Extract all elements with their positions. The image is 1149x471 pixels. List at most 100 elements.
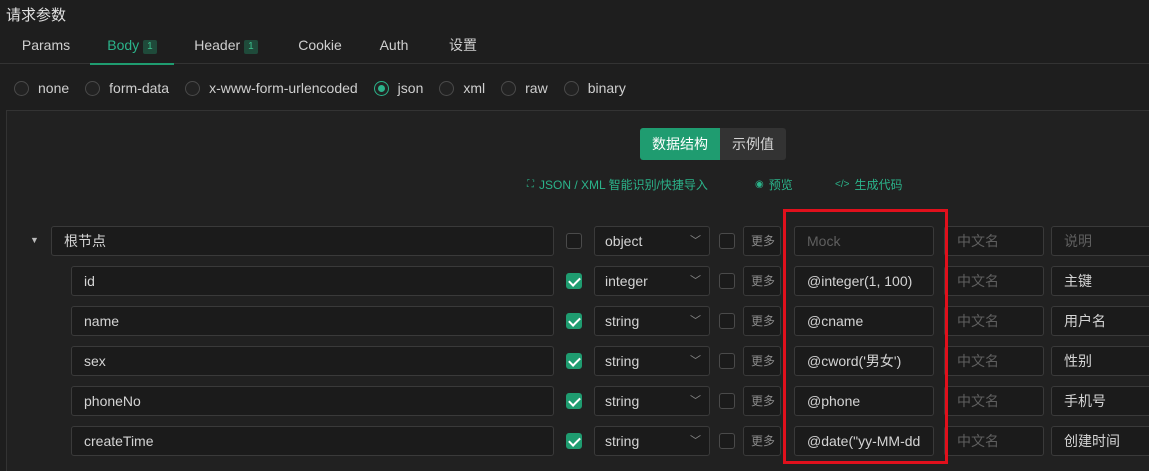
chevron-down-icon: ﹀ xyxy=(690,235,701,247)
schema-row-root: ▼ 根节点 object ﹀ 更多 Mock 中文名 说明 xyxy=(0,226,1149,256)
required-checkbox[interactable] xyxy=(566,353,582,369)
radio-label: raw xyxy=(525,80,548,96)
radio-raw[interactable]: raw xyxy=(501,80,548,96)
type-select[interactable]: string ﹀ xyxy=(594,306,710,336)
radio-label: none xyxy=(38,80,70,96)
type-value: object xyxy=(605,233,643,249)
tab-bar: Params Body 1 Header 1 Cookie Auth 设置 xyxy=(0,28,1149,65)
type-select[interactable]: string ﹀ xyxy=(594,386,710,416)
mock-input[interactable]: @cword('男女') xyxy=(794,346,934,376)
nullable-checkbox[interactable] xyxy=(719,393,735,409)
more-button[interactable]: 更多 xyxy=(743,226,781,256)
radio-circle xyxy=(85,80,101,96)
required-checkbox[interactable] xyxy=(566,273,582,289)
schema-row: id integer ﹀ 更多 @integer(1, 100) 中文名 主键 xyxy=(0,266,1149,296)
radio-label: binary xyxy=(587,80,626,96)
data-structure-button[interactable]: 数据结构 xyxy=(640,128,720,160)
tab-body[interactable]: Body 1 xyxy=(90,28,174,65)
radio-label: json xyxy=(397,80,424,96)
chevron-down-icon: ﹀ xyxy=(690,435,701,447)
caret-down-icon[interactable]: ▼ xyxy=(30,235,39,245)
tab-cookie-label: Cookie xyxy=(298,37,342,53)
chevron-down-icon: ﹀ xyxy=(690,275,701,287)
nullable-checkbox[interactable] xyxy=(719,313,735,329)
tab-params-label: Params xyxy=(21,37,71,53)
chinese-name-input[interactable]: 中文名 xyxy=(944,306,1044,336)
tab-header[interactable]: Header 1 xyxy=(186,28,266,64)
mock-input[interactable]: @integer(1, 100) xyxy=(794,266,934,296)
tab-header-label: Header xyxy=(194,37,241,53)
description-input[interactable]: 用户名 xyxy=(1051,306,1149,336)
type-select[interactable]: object ﹀ xyxy=(594,226,710,256)
field-name-input[interactable]: 根节点 xyxy=(51,226,554,256)
more-button[interactable]: 更多 xyxy=(743,386,781,416)
mock-input[interactable]: @phone xyxy=(794,386,934,416)
radio-form-data[interactable]: form-data xyxy=(85,80,169,96)
radio-xml[interactable]: xml xyxy=(439,80,485,96)
description-input[interactable]: 性别 xyxy=(1051,346,1149,376)
field-name-input[interactable]: name xyxy=(71,306,554,336)
field-name-input[interactable]: phoneNo xyxy=(71,386,554,416)
required-checkbox[interactable] xyxy=(566,433,582,449)
mock-input[interactable]: Mock xyxy=(794,226,934,256)
radio-label: xml xyxy=(463,80,486,96)
schema-row: phoneNo string ﹀ 更多 @phone 中文名 手机号 xyxy=(0,386,1149,416)
chinese-name-input[interactable]: 中文名 xyxy=(944,266,1044,296)
description-input[interactable]: 说明 xyxy=(1051,226,1149,256)
smart-import-link[interactable]: ⛶ JSON / XML 智能识别/快捷导入 xyxy=(527,176,708,193)
mock-input[interactable]: @date("yy-MM-dd xyxy=(794,426,934,456)
type-value: string xyxy=(605,353,640,369)
more-button[interactable]: 更多 xyxy=(743,266,781,296)
type-value: integer xyxy=(605,273,648,289)
nullable-checkbox[interactable] xyxy=(719,433,735,449)
nullable-checkbox[interactable] xyxy=(719,273,735,289)
required-checkbox[interactable] xyxy=(566,313,582,329)
more-button[interactable]: 更多 xyxy=(743,426,781,456)
more-button[interactable]: 更多 xyxy=(743,306,781,336)
radio-circle xyxy=(563,80,579,96)
radio-circle xyxy=(501,80,517,96)
description-input[interactable]: 主键 xyxy=(1051,266,1149,296)
scan-icon: ⛶ xyxy=(527,179,534,190)
description-input[interactable]: 创建时间 xyxy=(1051,426,1149,456)
radio-none[interactable]: none xyxy=(14,80,69,96)
type-value: string xyxy=(605,393,640,409)
type-select[interactable]: string ﹀ xyxy=(594,426,710,456)
field-name-input[interactable]: id xyxy=(71,266,554,296)
generate-code-link[interactable]: </> 生成代码 xyxy=(835,176,902,193)
example-value-button[interactable]: 示例值 xyxy=(720,128,786,160)
tab-cookie[interactable]: Cookie xyxy=(290,28,350,64)
field-name-input[interactable]: sex xyxy=(71,346,554,376)
required-checkbox[interactable] xyxy=(566,393,582,409)
eye-icon: ◉ xyxy=(755,179,764,190)
chinese-name-input[interactable]: 中文名 xyxy=(944,386,1044,416)
nullable-checkbox[interactable] xyxy=(719,353,735,369)
tab-settings[interactable]: 设置 xyxy=(440,28,486,64)
field-name-input[interactable]: createTime xyxy=(71,426,554,456)
type-value: string xyxy=(605,313,640,329)
tab-auth[interactable]: Auth xyxy=(372,28,416,64)
schema-row: name string ﹀ 更多 @cname 中文名 用户名 xyxy=(0,306,1149,336)
chinese-name-input[interactable]: 中文名 xyxy=(944,346,1044,376)
type-select[interactable]: string ﹀ xyxy=(594,346,710,376)
chinese-name-input[interactable]: 中文名 xyxy=(944,426,1044,456)
radio-binary[interactable]: binary xyxy=(563,80,626,96)
required-checkbox[interactable] xyxy=(566,233,582,249)
more-button[interactable]: 更多 xyxy=(743,346,781,376)
radio-x-www-form-urlencoded[interactable]: x-www-form-urlencoded xyxy=(185,80,358,96)
section-title: 请求参数 xyxy=(6,7,67,24)
radio-circle xyxy=(439,80,455,96)
tab-params[interactable]: Params xyxy=(12,28,80,64)
chinese-name-input[interactable]: 中文名 xyxy=(944,226,1044,256)
type-select[interactable]: integer ﹀ xyxy=(594,266,710,296)
mock-input[interactable]: @cname xyxy=(794,306,934,336)
preview-link[interactable]: ◉ 预览 xyxy=(755,176,793,193)
preview-label: 预览 xyxy=(768,178,793,192)
tab-body-badge: 1 xyxy=(143,40,157,54)
radio-json[interactable]: json xyxy=(373,80,424,96)
code-icon: </> xyxy=(835,179,850,190)
description-input[interactable]: 手机号 xyxy=(1051,386,1149,416)
schema-row: sex string ﹀ 更多 @cword('男女') 中文名 性别 xyxy=(0,346,1149,376)
radio-circle xyxy=(14,80,29,96)
nullable-checkbox[interactable] xyxy=(719,233,735,249)
